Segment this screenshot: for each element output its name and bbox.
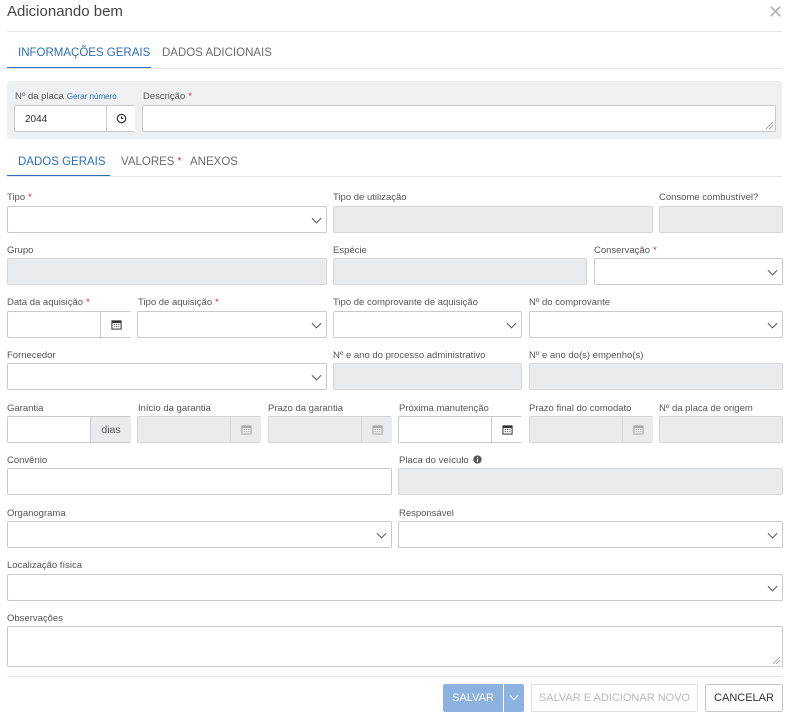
inicio-garantia-label: Início da garantia <box>138 403 211 414</box>
placa-veiculo-field <box>398 468 783 495</box>
empenhos-label: Nº e ano do(s) empenho(s) <box>529 350 644 361</box>
placa-value: 2044 <box>25 114 48 125</box>
organograma-label: Organograma <box>7 508 66 519</box>
proxima-manutencao-input[interactable] <box>398 416 522 443</box>
resize-grip[interactable] <box>773 657 780 664</box>
modal-title: Adicionando bem <box>7 3 123 20</box>
tipo-comprovante-label: Tipo de comprovante de aquisição <box>333 297 478 308</box>
tab-anexos[interactable]: ANEXOS <box>190 156 238 168</box>
chevron-down-icon <box>311 318 322 329</box>
garantia-input[interactable]: dias <box>7 416 131 443</box>
prazo-garantia-label: Prazo da garantia <box>268 403 343 414</box>
resize-grip[interactable] <box>766 122 773 129</box>
tipo-utilizacao-label: Tipo de utilização <box>333 192 407 203</box>
chevron-down-icon <box>767 265 778 276</box>
data-aquisicao-input[interactable] <box>7 311 131 338</box>
prazo-comodato-field <box>529 416 653 443</box>
chevron-down-icon <box>311 213 322 224</box>
clock-icon[interactable] <box>106 106 135 131</box>
calendar-icon[interactable] <box>100 312 131 337</box>
convenio-input[interactable] <box>7 468 392 495</box>
prazo-comodato-label: Prazo final do comodato <box>529 403 632 414</box>
responsavel-label: Responsável <box>399 508 454 519</box>
close-icon[interactable]: ✕ <box>768 2 783 22</box>
placa-label: Nº da placa Gerar número <box>15 91 117 102</box>
placa-origem-label: Nº da placa de origem <box>659 403 753 414</box>
chevron-down-icon <box>767 318 778 329</box>
processo-admin-field <box>333 363 522 390</box>
chevron-down-icon <box>506 318 517 329</box>
chevron-down-icon <box>767 581 778 592</box>
save-button[interactable]: SALVAR <box>443 684 503 712</box>
empenhos-field <box>529 363 783 390</box>
observacoes-textarea[interactable] <box>7 626 783 667</box>
footer-divider <box>7 676 782 677</box>
descricao-label: Descrição * <box>143 91 192 102</box>
save-options-dropdown[interactable] <box>503 684 524 712</box>
calendar-icon <box>361 417 392 442</box>
tipo-aquisicao-select[interactable] <box>137 311 327 338</box>
gerar-numero-link[interactable]: Gerar número <box>67 92 117 101</box>
sub-tabs-divider <box>7 176 782 177</box>
chevron-down-icon <box>509 691 519 701</box>
grupo-label: Grupo <box>7 245 34 256</box>
info-icon <box>473 455 482 464</box>
main-tabs-divider <box>7 68 782 69</box>
prazo-garantia-field <box>268 416 392 443</box>
fornecedor-select[interactable] <box>7 363 327 390</box>
responsavel-select[interactable] <box>398 521 783 548</box>
consome-combustivel-label: Consome combustível? <box>659 192 759 203</box>
num-comprovante-label: Nº do comprovante <box>529 297 611 308</box>
cancel-button[interactable]: CANCELAR <box>705 684 783 712</box>
proxima-manutencao-label: Próxima manutenção <box>399 403 489 414</box>
inicio-garantia-field <box>137 416 261 443</box>
header-divider <box>7 31 782 32</box>
tipo-aquisicao-label: Tipo de aquisição * <box>138 297 219 308</box>
consome-combustivel-field <box>659 206 783 233</box>
conservacao-select[interactable] <box>594 258 783 285</box>
processo-admin-label: Nº e ano do processo administrativo <box>333 350 486 361</box>
descricao-textarea[interactable] <box>142 105 776 132</box>
placa-input[interactable]: 2044 <box>14 105 135 132</box>
calendar-icon <box>230 417 261 442</box>
calendar-icon <box>622 417 653 442</box>
tipo-label: Tipo * <box>7 192 32 203</box>
save-and-add-button[interactable]: SALVAR E ADICIONAR NOVO <box>531 684 698 712</box>
tab-informacoes-gerais[interactable]: INFORMAÇÕES GERAIS <box>18 47 150 59</box>
observacoes-label: Observações <box>7 613 63 624</box>
data-aquisicao-label: Data da aquisição * <box>7 297 90 308</box>
grupo-field <box>7 258 327 285</box>
tab-valores[interactable]: VALORES * <box>121 156 181 168</box>
calendar-icon[interactable] <box>491 417 522 442</box>
tipo-comprovante-select[interactable] <box>333 311 522 338</box>
placa-origem-field <box>659 416 783 443</box>
num-comprovante-select[interactable] <box>529 311 783 338</box>
fornecedor-label: Fornecedor <box>7 350 56 361</box>
chevron-down-icon <box>767 528 778 539</box>
especie-label: Espécie <box>333 245 367 256</box>
chevron-down-icon <box>311 370 322 381</box>
tab-dados-gerais[interactable]: DADOS GERAIS <box>18 156 106 168</box>
localizacao-select[interactable] <box>7 574 783 601</box>
garantia-unit: dias <box>90 417 131 442</box>
conservacao-label: Conservação * <box>594 245 657 256</box>
convenio-label: Convênio <box>7 455 48 466</box>
organograma-select[interactable] <box>7 521 392 548</box>
tipo-select[interactable] <box>7 206 327 233</box>
chevron-down-icon <box>376 528 387 539</box>
placa-veiculo-label: Placa do veículo <box>399 455 482 466</box>
localizacao-label: Localização física <box>7 560 82 571</box>
tipo-utilizacao-field <box>333 206 653 233</box>
garantia-label: Garantia <box>7 403 44 414</box>
especie-field <box>333 258 587 285</box>
tab-dados-adicionais[interactable]: DADOS ADICIONAIS <box>162 47 272 59</box>
